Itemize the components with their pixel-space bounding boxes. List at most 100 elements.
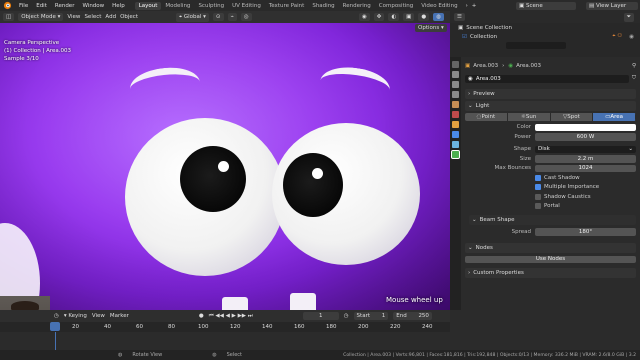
shape-dropdown[interactable]: Disk ⌄ [535, 145, 636, 153]
shadow-caustics-checkbox[interactable] [535, 193, 541, 200]
physics-tab-icon[interactable] [452, 131, 459, 138]
tab-uv-editing[interactable]: UV Editing [228, 2, 265, 10]
size-field[interactable]: 2.2 m [535, 155, 636, 163]
cast-shadow-checkbox[interactable] [535, 174, 541, 181]
max-bounces-field[interactable]: 1024 [535, 164, 636, 172]
preview-range-icon[interactable]: ◷ [344, 313, 349, 319]
beam-shape-panel-header[interactable]: ⌄ Beam Shape [469, 215, 636, 225]
world-tab-icon[interactable] [452, 111, 459, 118]
object-tab-icon[interactable] [452, 121, 459, 128]
pin-icon[interactable]: ⚲ [632, 63, 636, 69]
menu-add[interactable]: Add [105, 14, 116, 20]
timeline-ruler[interactable]: 20 40 60 80 100 120 140 160 180 200 220 … [0, 322, 450, 332]
tab-layout[interactable]: Layout [134, 1, 162, 10]
outliner-row-collection[interactable]: ☑ Collection ⌖ ⚇ ◉ [450, 32, 640, 41]
color-label: Color [516, 124, 531, 131]
tab-sculpting[interactable]: Sculpting [194, 2, 228, 10]
light-panel-header[interactable]: ⌄ Light [465, 100, 636, 111]
light-type-point[interactable]: ◌ Point [465, 112, 508, 121]
fake-user-icon[interactable]: ⛉ [632, 75, 636, 82]
use-nodes-button[interactable]: Use Nodes [465, 255, 636, 263]
light-datablock-field[interactable]: ◉ Area.003 [465, 75, 629, 83]
spread-row: Spread 180° [465, 227, 636, 237]
nodes-panel-header[interactable]: ⌄ Nodes [465, 242, 636, 253]
tab-rendering[interactable]: Rendering [339, 2, 375, 10]
proportional-edit-icon[interactable]: ◎ [240, 13, 252, 21]
light-type-sun[interactable]: ☼ Sun [507, 112, 551, 121]
playback-controls[interactable]: ⏮ ◀◀ ◀ ▶ ▶▶ ⏭ [209, 313, 253, 320]
power-field[interactable]: 600 W [535, 133, 636, 141]
view-layer-selector[interactable]: ▤ View Layer [586, 1, 638, 10]
collection-checkbox-icon[interactable]: ☑ [462, 34, 467, 40]
preview-panel-header[interactable]: › Preview [465, 88, 636, 99]
outliner-header: ☰ ⏷ [450, 11, 640, 23]
tab-compositing[interactable]: Compositing [375, 2, 417, 10]
timeline-marker-menu[interactable]: Marker [110, 313, 129, 319]
tab-modeling[interactable]: Modeling [161, 2, 194, 10]
timeline-editor-icon[interactable]: ◷ [54, 313, 59, 319]
editor-type-icon[interactable]: ◫ [3, 13, 15, 21]
overlay-icon[interactable]: ◐ [388, 13, 400, 21]
start-frame-field[interactable]: Start 1 [353, 312, 389, 320]
playhead[interactable] [50, 322, 60, 331]
timeline-view-menu[interactable]: View [92, 313, 105, 319]
object-data-tab-icon[interactable] [451, 150, 460, 159]
tool-tab-icon[interactable] [452, 61, 459, 68]
timeline-track-area[interactable] [0, 332, 450, 350]
menu-select[interactable]: Select [84, 14, 101, 20]
gizmo-icon[interactable]: ✥ [373, 13, 385, 21]
menu-object[interactable]: Object [120, 14, 138, 20]
visibility-icon[interactable]: ◉ [358, 13, 370, 21]
shadow-caustics-row[interactable]: Shadow Caustics [465, 192, 636, 202]
menu-file[interactable]: File [15, 3, 32, 9]
shading-rendered-icon[interactable]: ◍ [433, 13, 444, 21]
custom-properties-panel-header[interactable]: › Custom Properties [465, 268, 636, 278]
spread-field[interactable]: 180° [535, 228, 636, 236]
record-icon[interactable]: ● [199, 313, 204, 319]
scene-tab-icon[interactable] [452, 101, 459, 108]
keying-menu[interactable]: ▾ Keying [64, 313, 87, 319]
ruler-tick: 160 [294, 324, 305, 330]
cast-shadow-row[interactable]: Cast Shadow [465, 173, 636, 183]
color-swatch[interactable] [535, 123, 636, 131]
outliner-row-scene-collection[interactable]: ▣ Scene Collection [450, 23, 640, 32]
3d-viewport[interactable]: Camera Perspective (1) Collection | Area… [0, 23, 450, 310]
max-bounces-row: Max Bounces 1024 [465, 164, 636, 174]
add-workspace-icon[interactable]: + [472, 3, 477, 9]
light-type-area[interactable]: ▭ Area [593, 112, 636, 121]
portal-row[interactable]: Portal [465, 202, 636, 212]
portal-checkbox[interactable] [535, 203, 541, 210]
transform-orientation-dropdown[interactable]: ⌖ Global ▾ [175, 12, 209, 22]
xray-icon[interactable]: ▣ [403, 13, 415, 21]
mode-dropdown[interactable]: Object Mode ▾ [18, 13, 64, 21]
menu-render[interactable]: Render [51, 3, 79, 9]
pivot-icon[interactable]: ⊙ [212, 13, 224, 21]
menu-help[interactable]: Help [108, 3, 129, 9]
multiple-importance-row[interactable]: Multiple Importance [465, 183, 636, 193]
snap-icon[interactable]: ⌁ [227, 13, 237, 21]
tooth-left [222, 297, 248, 310]
workspace-scroll-icon[interactable]: › [466, 3, 468, 9]
menu-window[interactable]: Window [78, 3, 108, 9]
tab-video-editing[interactable]: Video Editing [417, 2, 461, 10]
menu-view[interactable]: View [67, 14, 80, 20]
light-type-spot[interactable]: ▽ Spot [550, 112, 594, 121]
tab-texture-paint[interactable]: Texture Paint [265, 2, 309, 10]
render-tab-icon[interactable] [452, 71, 459, 78]
blender-logo-icon[interactable] [3, 1, 12, 10]
constraints-tab-icon[interactable] [452, 141, 459, 148]
view-layer-tab-icon[interactable] [452, 91, 459, 98]
multiple-importance-checkbox[interactable] [535, 184, 541, 191]
outliner-search-input[interactable] [506, 41, 566, 50]
ruler-tick: 120 [230, 324, 241, 330]
outliner-editor-icon[interactable]: ☰ [454, 13, 465, 21]
scene-selector[interactable]: ▣ Scene [516, 1, 576, 10]
output-tab-icon[interactable] [452, 81, 459, 88]
options-dropdown[interactable]: Options ▾ [415, 24, 447, 32]
menu-edit[interactable]: Edit [32, 3, 51, 9]
shading-solid-icon[interactable]: ● [418, 13, 430, 21]
end-frame-field[interactable]: End 250 [393, 312, 432, 320]
outliner-filter-icon[interactable]: ⏷ [623, 12, 634, 22]
tab-shading[interactable]: Shading [308, 2, 338, 10]
current-frame-field[interactable]: 1 [302, 312, 339, 320]
